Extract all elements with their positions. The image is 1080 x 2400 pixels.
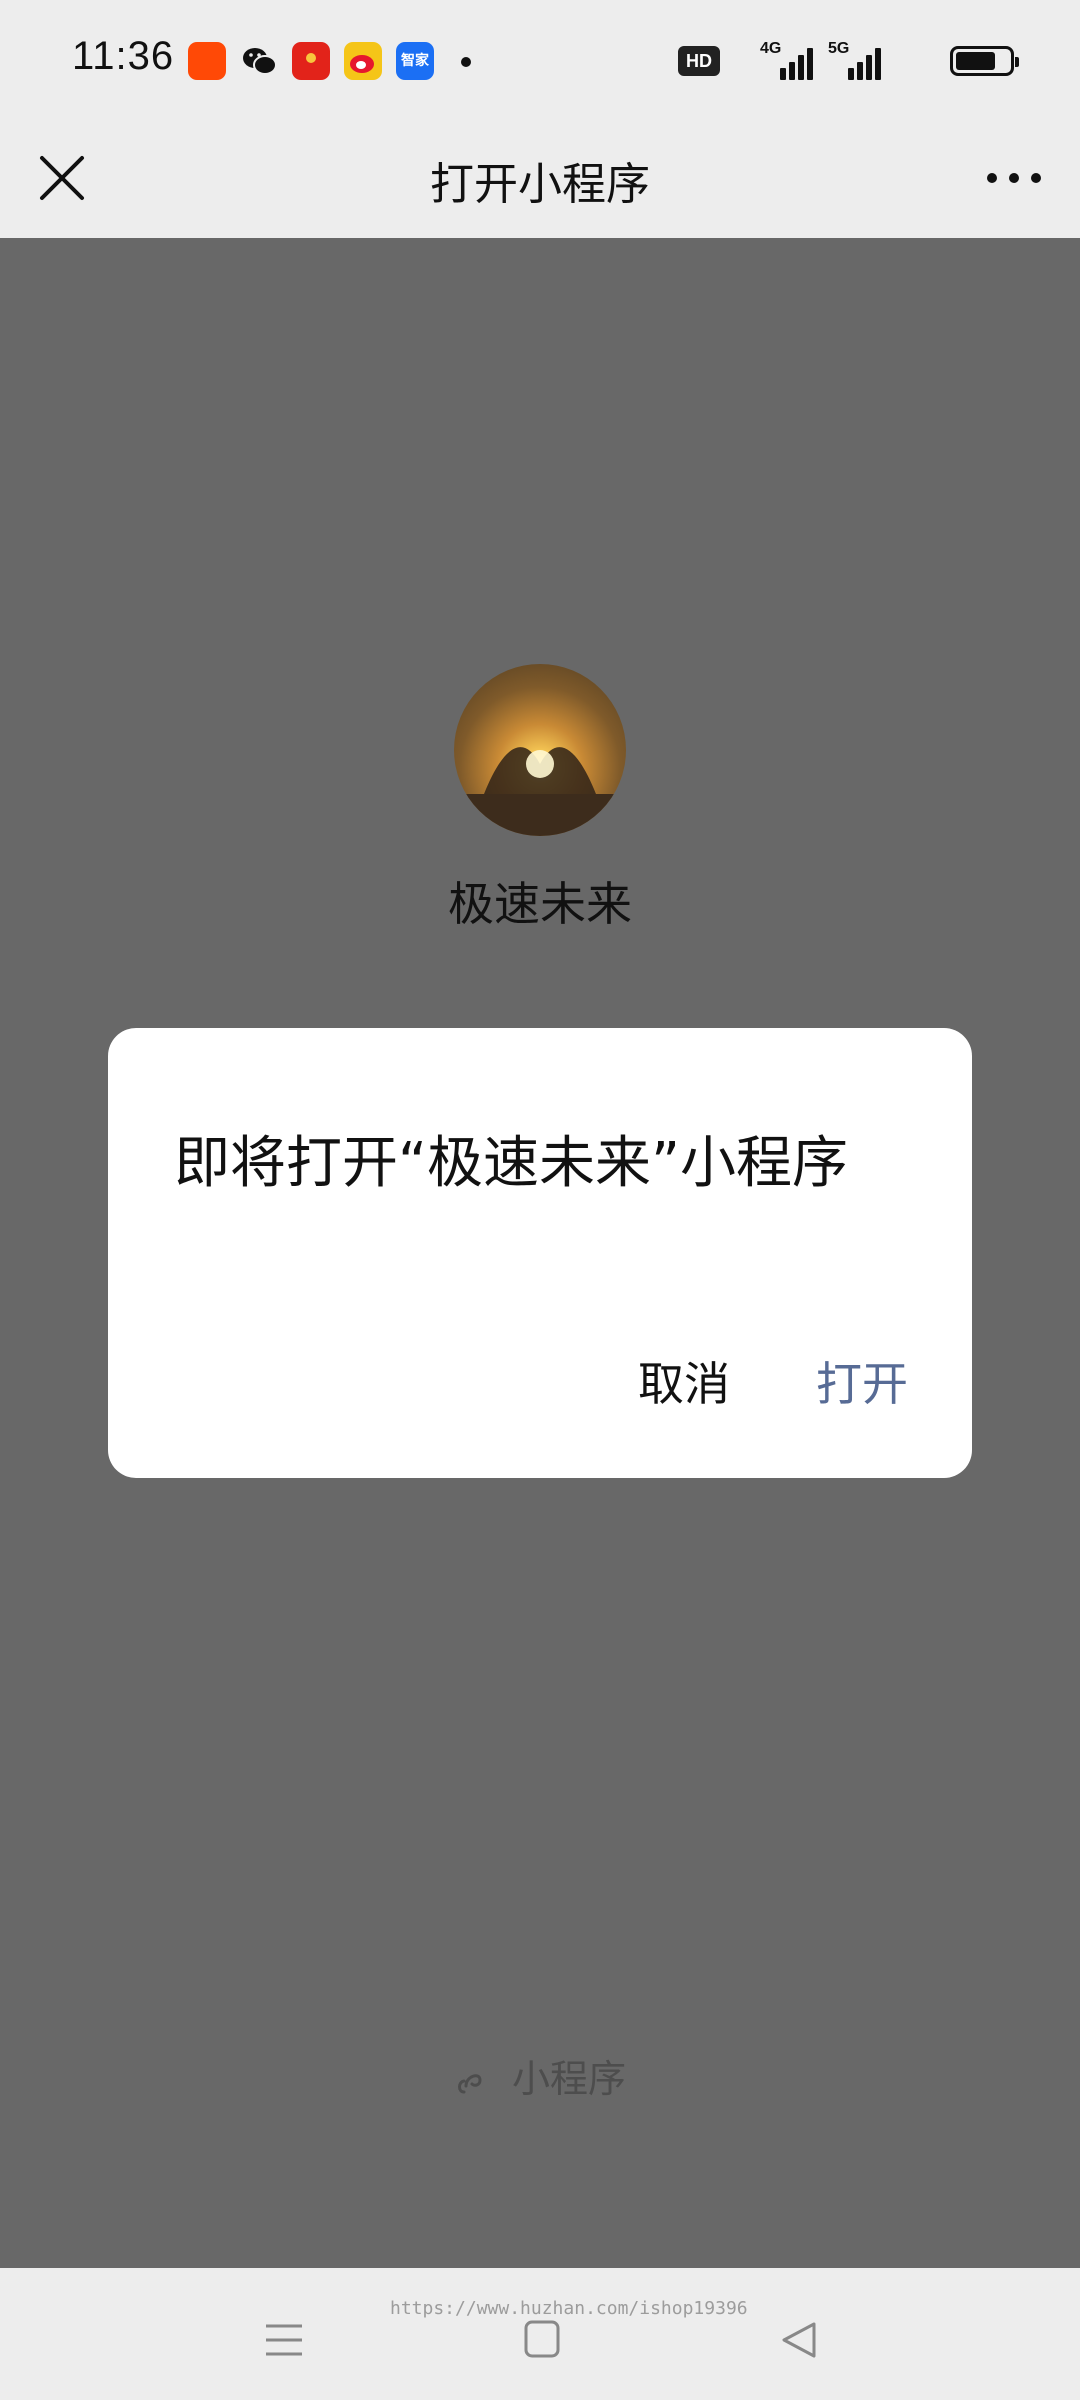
signal-4g-icon: 4G (760, 40, 814, 80)
more-notifications-dot (461, 57, 471, 67)
weibo-icon (344, 42, 382, 80)
back-icon[interactable] (770, 2310, 830, 2370)
open-button[interactable]: 打开 (816, 1348, 908, 1414)
red-packet-icon (292, 42, 330, 80)
status-bar: 11:36 智家 HD 4G 5G (0, 0, 1080, 120)
signal-5g-icon: 5G (828, 40, 882, 80)
hd-voice-icon: HD (678, 46, 720, 76)
miniprogram-name: 极速未来 (448, 877, 632, 931)
page-title: 打开小程序 (430, 159, 650, 210)
more-icon[interactable] (978, 142, 1050, 214)
recent-apps-icon[interactable] (254, 2310, 314, 2370)
battery-level (956, 52, 995, 70)
cancel-button[interactable]: 取消 (638, 1348, 730, 1414)
battery-icon (950, 46, 1019, 76)
nav-bar: 打开小程序 (0, 120, 1080, 238)
wechat-icon (240, 42, 278, 80)
miniprogram-avatar (454, 664, 626, 836)
system-nav-bar: https://www.huzhan.com/ishop19396 (0, 2268, 1080, 2400)
open-miniprogram-dialog: 即将打开“极速未来”小程序 取消 打开 (108, 1028, 972, 1478)
dialog-message: 即将打开“极速未来”小程序 (174, 1131, 849, 1196)
miniprogram-brand-label: 小程序 (512, 2057, 627, 2101)
miniprogram-icon (457, 2073, 482, 2093)
status-time: 11:36 (72, 34, 175, 78)
home-icon[interactable] (512, 2310, 572, 2370)
kuaishou-icon (188, 42, 226, 80)
miniprogram-brand: 小程序 (0, 2048, 1080, 2103)
zhijia-icon: 智家 (396, 42, 434, 80)
